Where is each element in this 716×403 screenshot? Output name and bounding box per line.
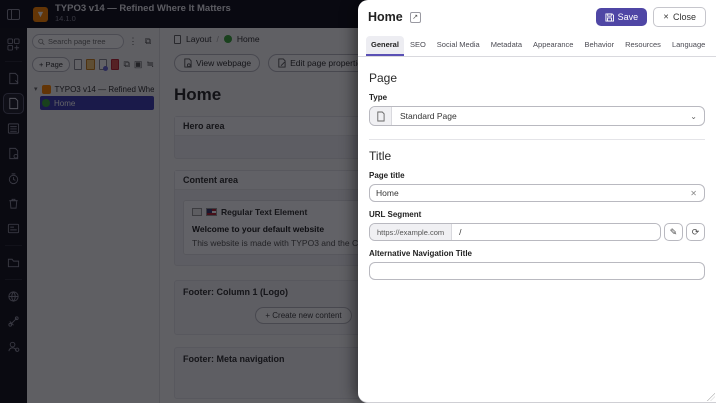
tab-resources[interactable]: Resources (620, 36, 666, 56)
page-type-icon (370, 107, 392, 125)
tab-metadata[interactable]: Metadata (486, 36, 527, 56)
tab-access[interactable]: Access (711, 36, 716, 56)
page-title-input[interactable] (376, 188, 689, 198)
type-label: Type (369, 93, 705, 102)
section-divider (369, 139, 705, 140)
alt-nav-title-input[interactable] (376, 266, 698, 276)
page-title-label: Page title (369, 171, 705, 180)
modal-tabs: General SEO Social Media Metadata Appear… (358, 32, 716, 57)
modal-header: Home ↗ Save ✕ Close (358, 0, 716, 32)
recalculate-url-button[interactable]: ⟳ (686, 223, 705, 241)
close-icon: ✕ (663, 13, 669, 21)
modal-title: Home (368, 10, 403, 24)
save-icon (605, 13, 614, 22)
open-in-window-icon[interactable]: ↗ (410, 12, 421, 23)
tab-language[interactable]: Language (667, 36, 710, 56)
page-type-value: Standard Page (392, 107, 683, 125)
url-prefix: https://example.com (370, 224, 452, 240)
page-title-field: ✕ (369, 184, 705, 202)
url-segment-input[interactable] (452, 224, 660, 240)
resize-grip[interactable] (707, 393, 715, 401)
close-button[interactable]: ✕ Close (653, 7, 706, 27)
modal-body: Page Type Standard Page ⌄ Title Page tit… (358, 57, 716, 402)
page-section-heading: Page (369, 71, 705, 85)
tab-behavior[interactable]: Behavior (579, 36, 619, 56)
tab-general[interactable]: General (366, 36, 404, 56)
pencil-icon: ✎ (670, 227, 678, 238)
save-button[interactable]: Save (596, 8, 648, 26)
page-properties-modal: Home ↗ Save ✕ Close General SEO Social M… (358, 0, 716, 403)
tab-social-media[interactable]: Social Media (432, 36, 485, 56)
refresh-icon: ⟳ (692, 227, 700, 238)
toggle-url-edit-button[interactable]: ✎ (664, 223, 683, 241)
url-segment-field: https://example.com ✎ ⟳ (369, 223, 705, 241)
url-segment-label: URL Segment (369, 210, 705, 219)
typo3-backend: ▼ TYPO3 v14 — Refined Where It Matters 1… (0, 0, 716, 403)
clear-input-icon[interactable]: ✕ (689, 189, 698, 198)
alt-nav-title-label: Alternative Navigation Title (369, 249, 705, 258)
title-section-heading: Title (369, 149, 705, 163)
tab-appearance[interactable]: Appearance (528, 36, 578, 56)
tab-seo[interactable]: SEO (405, 36, 431, 56)
page-type-select[interactable]: Standard Page ⌄ (369, 106, 705, 126)
alt-nav-title-field (369, 262, 705, 280)
chevron-down-icon: ⌄ (683, 107, 704, 125)
